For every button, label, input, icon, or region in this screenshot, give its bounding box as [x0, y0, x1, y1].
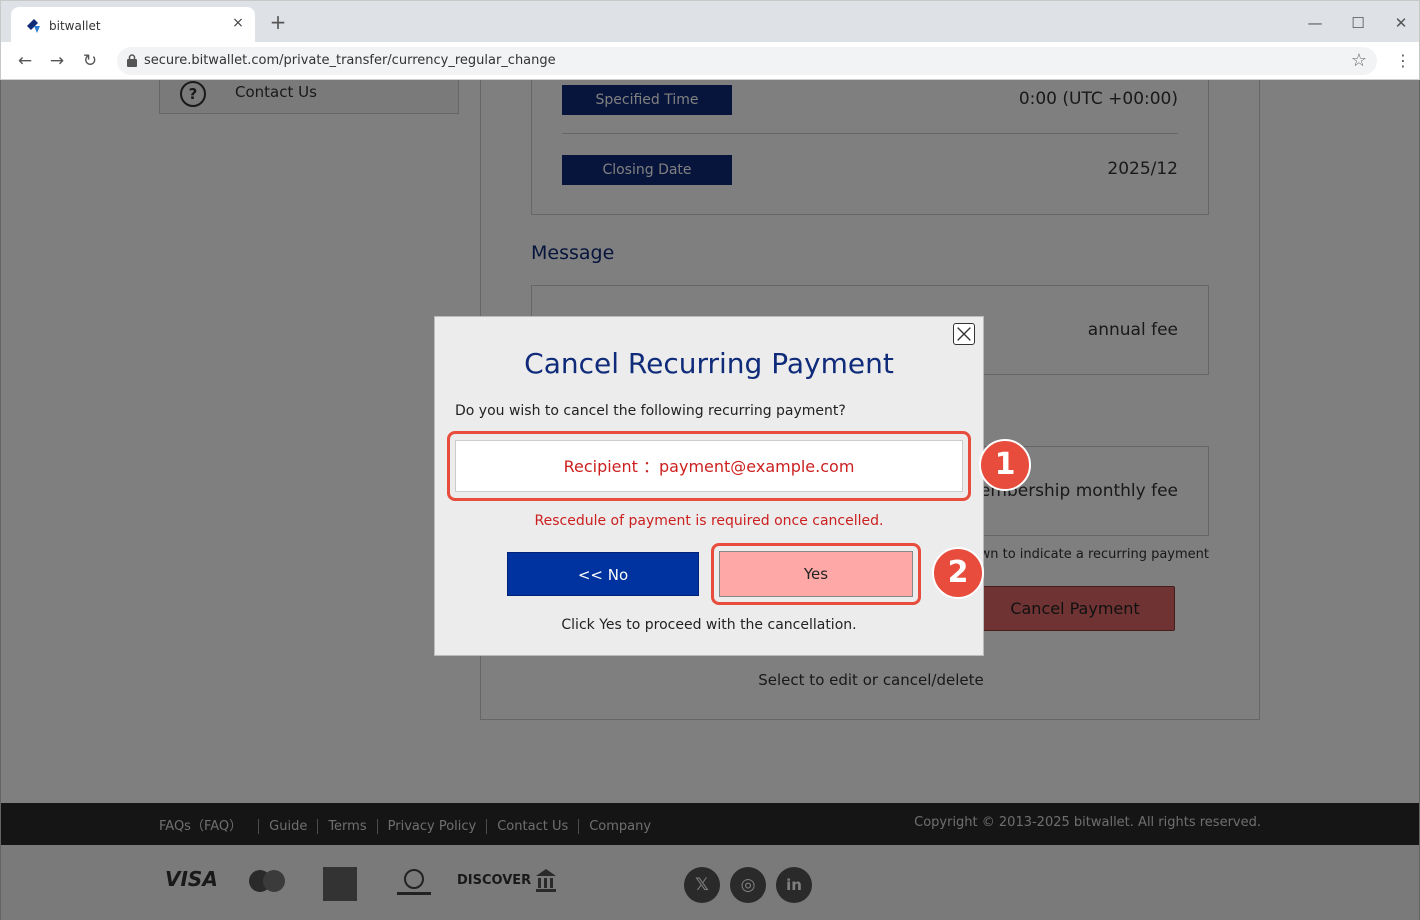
reload-icon[interactable]: ↻: [80, 51, 100, 71]
address-bar[interactable]: secure.bitwallet.com/private_transfer/cu…: [117, 47, 1377, 75]
proceed-hint: Click Yes to proceed with the cancellati…: [561, 617, 857, 633]
back-arrow-icon[interactable]: ←: [15, 51, 35, 71]
annotation-badge-2: 2: [932, 547, 984, 599]
yes-button[interactable]: Yes: [719, 551, 913, 597]
modal-close-icon[interactable]: [953, 323, 975, 345]
modal-question: Do you wish to cancel the following recu…: [455, 403, 846, 419]
browser-toolbar: ← → ↻ secure.bitwallet.com/private_trans…: [0, 42, 1420, 80]
no-button[interactable]: << No: [507, 552, 699, 596]
browser-menu-icon[interactable]: ⋮: [1395, 51, 1411, 70]
lock-icon: [127, 54, 137, 67]
cancel-recurring-payment-dialog: Cancel Recurring Payment Do you wish to …: [434, 316, 1031, 656]
minimize-icon[interactable]: —: [1305, 13, 1325, 33]
browser-tabbar: bitwallet × + — ☐ ✕: [0, 0, 1420, 43]
tab-close-icon[interactable]: ×: [229, 14, 247, 32]
annotation-badge-1: 1: [979, 439, 1031, 491]
recipient-info: Recipient ：payment@example.com: [455, 440, 963, 492]
modal-title: Cancel Recurring Payment: [524, 347, 894, 380]
bitwallet-favicon-icon: [27, 19, 40, 33]
new-tab-button[interactable]: +: [267, 11, 289, 33]
browser-tab[interactable]: bitwallet ×: [11, 7, 255, 43]
url-text: secure.bitwallet.com/private_transfer/cu…: [144, 53, 556, 68]
forward-arrow-icon[interactable]: →: [47, 51, 67, 71]
tab-title: bitwallet: [49, 19, 101, 33]
bookmark-star-icon[interactable]: ☆: [1351, 50, 1367, 71]
window-close-icon[interactable]: ✕: [1391, 13, 1411, 33]
maximize-icon[interactable]: ☐: [1348, 13, 1368, 33]
cancel-warning: Rescedule of payment is required once ca…: [534, 513, 884, 529]
